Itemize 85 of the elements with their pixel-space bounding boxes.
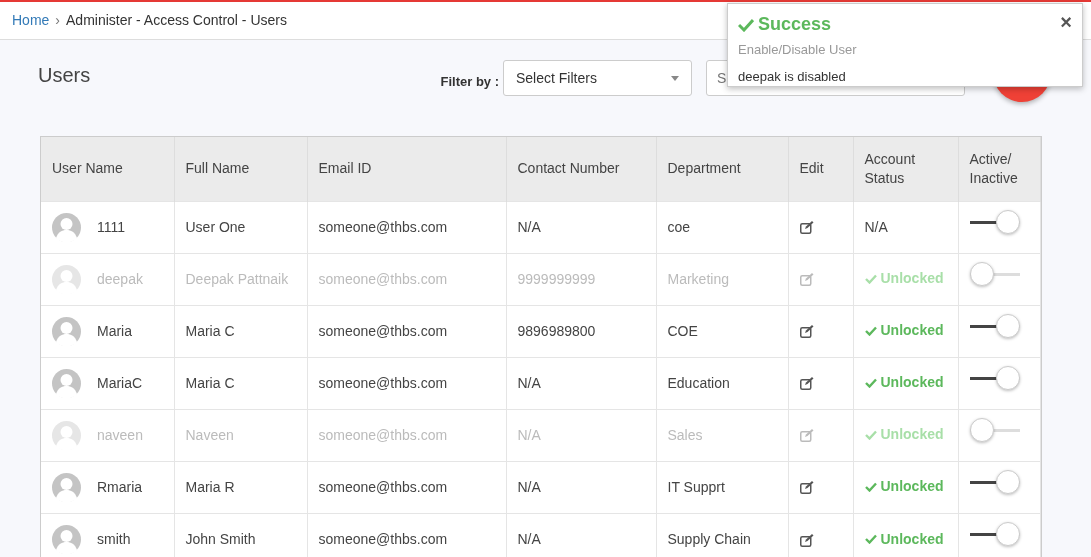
user-name: Rmaria (97, 477, 143, 497)
account-status: Unlocked (880, 529, 944, 549)
edit-icon[interactable] (799, 325, 814, 339)
edit-icon[interactable] (799, 377, 814, 391)
column-header: Active/ Inactive (969, 150, 1018, 186)
close-button[interactable]: × (1060, 12, 1072, 32)
filter-label: Filter by : (440, 73, 499, 91)
email-text: someone@thbs.com (318, 374, 448, 391)
avatar-icon (52, 368, 81, 398)
account-status: Unlocked (880, 425, 944, 445)
check-icon (864, 273, 877, 284)
check-icon (864, 429, 877, 440)
department-text: Education (667, 374, 730, 391)
filter-select[interactable]: Select Filters (503, 60, 692, 96)
email-text: someone@thbs.com (318, 322, 448, 339)
account-status: N/A (864, 218, 888, 235)
edit-icon[interactable] (799, 221, 814, 235)
full-name: Deepak Pattnaik (185, 270, 289, 287)
department-text: Supply Chain (667, 530, 751, 547)
department-text: IT Supprt (667, 478, 725, 495)
contact-number: N/A (517, 530, 541, 547)
account-status: Unlocked (880, 269, 944, 289)
account-status: Unlocked (880, 477, 944, 497)
active-toggle[interactable] (969, 210, 1020, 236)
account-status: Unlocked (880, 373, 944, 393)
full-name: Maria C (185, 322, 235, 339)
home-link[interactable]: Home (12, 10, 50, 31)
avatar-icon (52, 264, 81, 294)
email-text: someone@thbs.com (318, 270, 448, 287)
check-icon (864, 481, 877, 492)
department-text: COE (667, 322, 698, 339)
active-toggle[interactable] (969, 366, 1020, 392)
user-name: deepak (97, 269, 143, 289)
user-name: MariaC (97, 373, 143, 393)
email-text: someone@thbs.com (318, 478, 448, 495)
contact-number: 9999999999 (517, 270, 596, 287)
department-text: coe (667, 218, 691, 235)
column-header: Full Name (185, 160, 250, 177)
avatar-icon (52, 472, 81, 502)
breadcrumb-current: Administer - Access Control - Users (66, 11, 287, 30)
full-name: User One (185, 218, 246, 235)
avatar-icon (52, 420, 81, 450)
column-header: Contact Number (517, 160, 620, 177)
page-title: Users (38, 63, 91, 88)
active-toggle[interactable] (969, 314, 1020, 340)
avatar-icon (52, 212, 81, 242)
active-toggle[interactable] (969, 262, 1020, 288)
check-icon (864, 377, 877, 388)
user-name: smith (97, 529, 131, 549)
check-icon (864, 534, 877, 544)
toast-message: deepak is disabled (738, 67, 847, 86)
toast-subtitle: Enable/Disable User (738, 41, 858, 59)
avatar-icon (52, 316, 81, 346)
check-icon (738, 17, 754, 32)
user-name: Maria (97, 321, 132, 341)
contact-number: 9896989800 (517, 322, 596, 339)
user-name: naveen (97, 425, 143, 445)
email-text: someone@thbs.com (318, 426, 448, 443)
full-name: Maria C (185, 374, 235, 391)
column-header: Account Status (864, 150, 916, 186)
contact-number: N/A (517, 426, 541, 443)
column-header: User Name (52, 160, 123, 177)
email-text: someone@thbs.com (318, 218, 448, 235)
column-header: Department (667, 160, 741, 177)
active-toggle[interactable] (969, 470, 1020, 496)
column-header: Edit (799, 160, 824, 177)
account-status: Unlocked (880, 321, 944, 341)
breadcrumb-separator: › (55, 11, 61, 30)
active-toggle[interactable] (969, 418, 1020, 444)
full-name: John Smith (185, 530, 256, 547)
department-text: Marketing (667, 270, 729, 287)
edit-icon[interactable] (799, 533, 814, 547)
toast-title: Success (758, 13, 832, 36)
contact-number: N/A (517, 374, 541, 391)
email-text: someone@thbs.com (318, 530, 448, 547)
full-name: Naveen (185, 426, 234, 443)
full-name: Maria R (185, 478, 235, 495)
check-icon (864, 325, 877, 336)
avatar-icon (52, 524, 81, 554)
department-text: Sales (667, 426, 703, 443)
edit-icon[interactable] (799, 481, 814, 495)
user-name: 1111 (97, 217, 126, 237)
column-header: Email ID (318, 160, 372, 177)
contact-number: N/A (517, 218, 541, 235)
contact-number: N/A (517, 478, 541, 495)
